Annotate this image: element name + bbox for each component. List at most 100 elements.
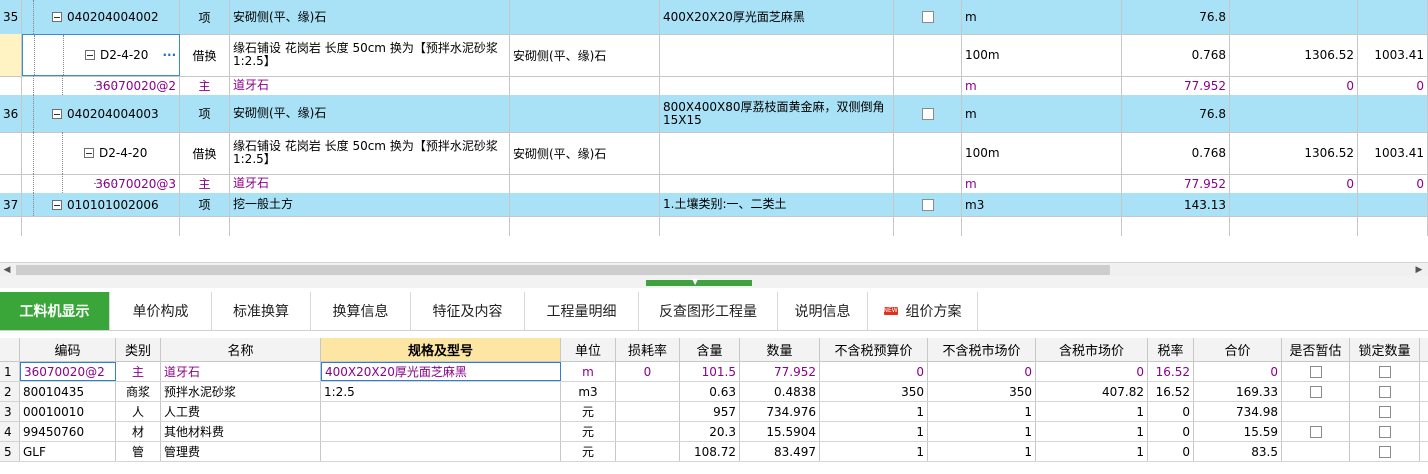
cell-name[interactable]: 道牙石 — [230, 76, 510, 95]
cell-qty[interactable]: 0.768 — [1122, 132, 1230, 174]
header-total[interactable]: 合价 — [1194, 338, 1282, 361]
cell-total[interactable] — [1358, 193, 1428, 216]
cell-features[interactable] — [660, 34, 894, 76]
cell-chk[interactable] — [894, 174, 962, 193]
cell-content[interactable]: 101.5 — [680, 362, 740, 381]
cell-code[interactable]: 80010435 — [20, 382, 116, 401]
cell-name[interactable]: 缘石铺设 花岗岩 长度 50cm 换为【预拌水泥砂浆1:2.5】 — [230, 34, 510, 76]
collapse-icon[interactable] — [85, 50, 95, 60]
cell-price[interactable] — [1230, 95, 1358, 132]
cell-type[interactable]: 主 — [180, 174, 230, 193]
cell-spec[interactable] — [321, 422, 561, 441]
cell-name[interactable]: 管理费 — [161, 442, 321, 461]
estimate-checkbox[interactable] — [921, 107, 934, 120]
header-loss[interactable]: 损耗率 — [616, 338, 680, 361]
more-icon[interactable]: ··· — [162, 48, 176, 62]
cell-features[interactable] — [660, 174, 894, 193]
material-row[interactable]: 36070020@3 主道牙石 m 77.952 0 0 — [0, 174, 1428, 194]
cell-price[interactable] — [1230, 193, 1358, 216]
tab-4[interactable]: 特征及内容 — [411, 292, 525, 330]
cell-total[interactable]: 15.59 — [1194, 422, 1282, 441]
cell-unit[interactable]: 100m — [962, 132, 1122, 174]
cell-qty[interactable]: 0.768 — [1122, 34, 1230, 76]
cell-features[interactable] — [660, 76, 894, 95]
cell-chk[interactable] — [894, 0, 962, 34]
cell-market[interactable]: 1 — [928, 442, 1036, 461]
cell-content[interactable]: 957 — [680, 402, 740, 421]
cell-price[interactable] — [1230, 0, 1358, 34]
cell-name[interactable]: 道牙石 — [161, 362, 321, 381]
cell-loss[interactable] — [616, 442, 680, 461]
cell-code[interactable]: D2-4-20 ··· — [22, 34, 180, 76]
collapse-icon[interactable] — [84, 148, 94, 158]
cell-type[interactable]: 借换 — [180, 132, 230, 174]
cell-type[interactable]: 人 — [116, 402, 161, 421]
cell-code[interactable]: GLF — [20, 442, 116, 461]
tab-1[interactable]: 单价构成 — [110, 292, 212, 330]
tab-8[interactable]: NEW 组价方案 — [868, 292, 978, 330]
cell-qty[interactable]: 83.497 — [740, 442, 820, 461]
resource-row[interactable]: 1 36070020@2 主道牙石 400X20X20厚光面芝麻黑 m 0 101.5 77.… — [0, 362, 1428, 382]
cell-rate[interactable]: 0 — [1148, 402, 1194, 421]
cell-spec[interactable] — [510, 95, 660, 132]
header-type[interactable]: 类别 — [116, 338, 161, 361]
cell-name[interactable]: 人工费 — [161, 402, 321, 421]
cell-rate[interactable]: 0 — [1148, 422, 1194, 441]
cell-features[interactable]: 400X20X20厚光面芝麻黑 — [660, 0, 894, 34]
cell-features[interactable]: 1.土壤类别:一、二类土 — [660, 193, 894, 216]
cell-qty[interactable]: 143.13 — [1122, 193, 1230, 216]
cell-qty[interactable]: 77.952 — [740, 362, 820, 381]
cell-unit[interactable]: m3 — [561, 382, 616, 401]
cell-unit[interactable]: 元 — [561, 422, 616, 441]
cell-est[interactable] — [1282, 442, 1350, 461]
cell-lock[interactable] — [1350, 402, 1420, 421]
estimate-checkbox[interactable] — [1309, 425, 1322, 438]
cell-unit[interactable]: m — [962, 95, 1122, 132]
bill-item-row[interactable]: 35 040204004002 项安砌侧(平、缘)石 400X20X20厚光面芝麻黑 m… — [0, 0, 1428, 35]
cell-qty[interactable]: 77.952 — [1122, 76, 1230, 95]
cell-name[interactable]: 安砌侧(平、缘)石 — [230, 95, 510, 132]
cell-type[interactable]: 借换 — [180, 34, 230, 76]
cell-type[interactable]: 材 — [116, 422, 161, 441]
header-content[interactable]: 含量 — [680, 338, 740, 361]
lock-qty-checkbox[interactable] — [1378, 385, 1391, 398]
header-market[interactable]: 不含税市场价 — [928, 338, 1036, 361]
bill-item-row[interactable]: 37 010101002006 项挖一般土方 1.土壤类别:一、二类土 m3 143.13 — [0, 193, 1428, 217]
cell-spec[interactable] — [510, 193, 660, 216]
cell-code[interactable]: 36070020@3 — [22, 174, 180, 193]
scroll-thumb[interactable] — [16, 265, 1110, 275]
cell-spec[interactable] — [510, 0, 660, 34]
cell-budget[interactable]: 1 — [820, 402, 928, 421]
cell-price[interactable]: 0 — [1230, 174, 1358, 193]
cell-rate[interactable]: 0 — [1148, 442, 1194, 461]
header-spec[interactable]: 规格及型号 — [321, 338, 561, 361]
cell-chk[interactable] — [894, 193, 962, 216]
header-rate[interactable]: 税率 — [1148, 338, 1194, 361]
cell-name[interactable]: 其他材料费 — [161, 422, 321, 441]
cell-spec[interactable] — [510, 76, 660, 95]
cell-spec[interactable] — [510, 174, 660, 193]
cell-spec[interactable] — [321, 442, 561, 461]
material-row[interactable]: 36070020@2 主道牙石 m 77.952 0 0 — [0, 76, 1428, 96]
cell-rate[interactable]: 16.52 — [1148, 362, 1194, 381]
cell-qty[interactable]: 734.976 — [740, 402, 820, 421]
cell-market[interactable]: 0 — [928, 362, 1036, 381]
splitter-grip[interactable]: ▼ — [646, 277, 752, 286]
cell-code[interactable]: 010101002006 — [22, 193, 180, 216]
cell-est[interactable] — [1282, 402, 1350, 421]
collapse-icon[interactable] — [52, 199, 62, 210]
cell-unit[interactable]: 100m — [962, 34, 1122, 76]
cell-total[interactable]: 0 — [1358, 76, 1428, 95]
cell-budget[interactable]: 350 — [820, 382, 928, 401]
cell-name[interactable]: 道牙石 — [230, 174, 510, 193]
lock-qty-checkbox[interactable] — [1378, 425, 1391, 438]
cell-unit[interactable]: m — [561, 362, 616, 381]
header-name[interactable]: 名称 — [161, 338, 321, 361]
lock-qty-checkbox[interactable] — [1378, 365, 1391, 378]
tab-0[interactable]: 工料机显示 — [0, 292, 110, 330]
cell-loss[interactable] — [616, 422, 680, 441]
resource-row[interactable]: 2 80010435 商浆 预拌水泥砂浆 1:2.5 m3 0.63 0.4838 350 350… — [0, 382, 1428, 402]
cell-qty[interactable]: 76.8 — [1122, 95, 1230, 132]
header-budget[interactable]: 不含税预算价 — [820, 338, 928, 361]
cell-name[interactable]: 安砌侧(平、缘)石 — [230, 0, 510, 34]
